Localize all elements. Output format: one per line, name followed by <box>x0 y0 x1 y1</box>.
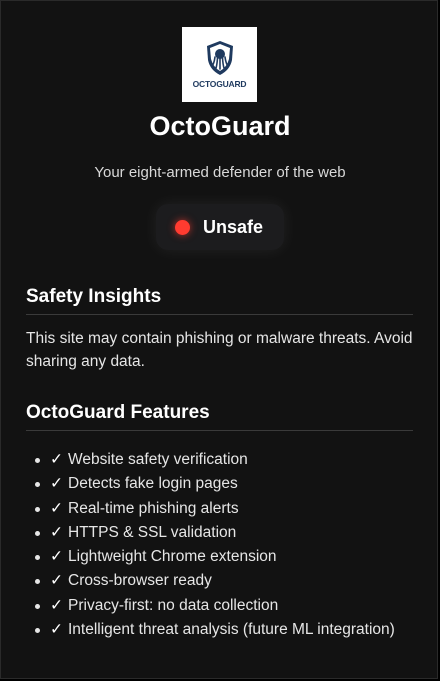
list-item: ✓ Cross-browser ready <box>35 569 435 593</box>
bullet-icon <box>35 603 40 609</box>
bullet-icon <box>35 482 40 488</box>
check-icon: ✓ <box>50 596 63 614</box>
feature-label: Detects fake login pages <box>68 475 238 493</box>
insights-heading: Safety Insights <box>26 286 413 315</box>
feature-label: Privacy-first: no data collection <box>68 596 279 614</box>
list-item: ✓ Real-time phishing alerts <box>35 497 435 521</box>
status-badge: Unsafe <box>156 204 284 250</box>
feature-label: Cross-browser ready <box>68 572 212 590</box>
bullet-icon <box>35 530 40 536</box>
insights-text: This site may contain phishing or malwar… <box>26 330 413 370</box>
list-item: ✓ Website safety verification <box>35 448 435 472</box>
features-heading: OctoGuard Features <box>26 402 413 431</box>
logo-wordmark: OCTOGUARD <box>192 79 247 89</box>
feature-label: Real-time phishing alerts <box>68 499 239 517</box>
check-icon: ✓ <box>50 523 63 541</box>
bullet-icon <box>35 506 40 512</box>
feature-label: Lightweight Chrome extension <box>68 548 277 566</box>
status-label: Unsafe <box>203 216 264 237</box>
octoguard-logo: OCTOGUARD <box>182 27 257 102</box>
check-icon: ✓ <box>50 499 63 517</box>
bullet-icon <box>35 555 40 561</box>
check-icon: ✓ <box>50 572 63 590</box>
extension-popup: OCTOGUARD OctoGuard Your eight-armed def… <box>0 0 438 679</box>
list-item: ✓ Privacy-first: no data collection <box>35 594 435 618</box>
list-item: ✓ Lightweight Chrome extension <box>35 545 435 569</box>
feature-label: HTTPS & SSL validation <box>68 523 237 541</box>
bullet-icon <box>35 628 40 634</box>
check-icon: ✓ <box>50 451 63 468</box>
list-item: ✓ Detects fake login pages <box>35 472 435 496</box>
octopus-shield-icon <box>206 41 233 75</box>
list-item: ✓ HTTPS & SSL validation <box>35 521 435 545</box>
check-icon: ✓ <box>50 621 63 639</box>
bullet-icon <box>35 458 40 463</box>
check-icon: ✓ <box>50 548 63 566</box>
check-icon: ✓ <box>50 475 63 493</box>
features-list: ✓ Website safety verification ✓ Detects fa… <box>35 448 435 642</box>
list-item: ✓ Intelligent threat analysis (future ML … <box>35 618 435 642</box>
app-subtitle: Your eight-armed defender of the web <box>94 164 346 181</box>
app-title: OctoGuard <box>149 111 291 141</box>
bullet-icon <box>35 579 40 585</box>
feature-label: Website safety verification <box>68 451 248 468</box>
status-dot-icon <box>175 219 190 235</box>
feature-label: Intelligent threat analysis (future ML i… <box>68 621 395 639</box>
